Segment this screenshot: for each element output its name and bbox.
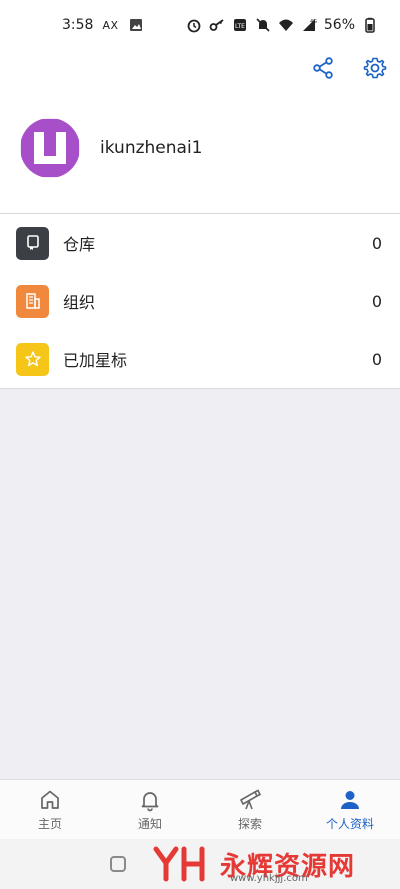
bell-icon [141, 791, 159, 811]
watermark-logo-icon [153, 846, 205, 882]
menu-label: 仓库 [63, 235, 96, 254]
svg-text:LTE: LTE [235, 23, 245, 30]
volte-icon: LTE [232, 17, 248, 33]
menu-count: 0 [371, 349, 382, 369]
share-icon [313, 57, 333, 79]
share-button[interactable] [310, 55, 336, 81]
system-navigation-bar: 永辉资源网 www.yhkjjj.com [0, 839, 400, 889]
status-bar: 3:58 AX LTE 4G 56% [0, 0, 400, 50]
profile-header: ikunzhenai1 [0, 112, 400, 184]
nav-label: 个人资料 [325, 816, 374, 831]
home-icon [41, 790, 59, 809]
status-carrier: AX [102, 18, 119, 32]
key-icon [209, 17, 225, 33]
empty-content-area [0, 389, 400, 779]
menu-item-repositories[interactable]: 仓库 0 [0, 214, 400, 272]
image-notification-icon [128, 17, 144, 33]
bottom-navigation: 主页 通知 探索 个人资料 [0, 779, 400, 839]
nav-item-profile[interactable]: 个人资料 [300, 780, 400, 839]
avatar-image [21, 119, 79, 177]
star-icon [16, 342, 49, 376]
telescope-icon [240, 788, 262, 809]
alarm-icon [186, 17, 202, 33]
settings-button[interactable] [362, 55, 388, 81]
username: ikunzhenai1 [100, 138, 203, 158]
avatar[interactable] [20, 118, 80, 178]
person-icon [341, 790, 359, 809]
nav-label: 通知 [137, 816, 162, 831]
organization-icon [16, 284, 49, 318]
bell-off-icon [255, 17, 271, 33]
menu-count: 0 [371, 233, 382, 253]
nav-label: 探索 [237, 816, 262, 831]
top-actions [310, 52, 388, 84]
battery-percent: 56% [323, 17, 355, 33]
gear-icon [363, 57, 387, 79]
battery-icon [362, 17, 378, 33]
profile-menu: 仓库 0 组织 0 已加星标 0 [0, 214, 400, 388]
status-time: 3:58 [62, 17, 94, 33]
signal-icon: 4G [301, 17, 317, 33]
menu-label: 组织 [63, 293, 96, 312]
recents-button[interactable] [110, 856, 126, 872]
menu-item-organizations[interactable]: 组织 0 [0, 272, 400, 330]
menu-item-starred[interactable]: 已加星标 0 [0, 330, 400, 388]
menu-count: 0 [371, 291, 382, 311]
repository-icon [16, 226, 49, 260]
watermark-url: www.yhkjjj.com [230, 873, 308, 884]
nav-item-notifications[interactable]: 通知 [100, 780, 200, 839]
wifi-icon [278, 17, 294, 33]
menu-label: 已加星标 [63, 351, 128, 370]
nav-item-explore[interactable]: 探索 [200, 780, 300, 839]
nav-label: 主页 [37, 816, 62, 831]
svg-text:4G: 4G [310, 19, 317, 25]
nav-item-home[interactable]: 主页 [0, 780, 100, 839]
